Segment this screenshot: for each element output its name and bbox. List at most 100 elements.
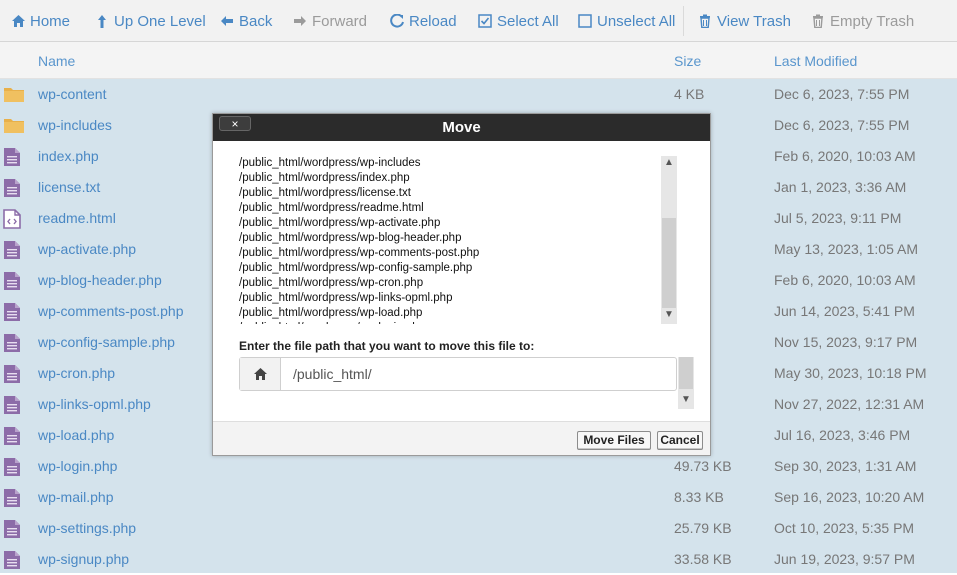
- file-size: 25.79 KB: [674, 520, 732, 536]
- file-modified: Sep 30, 2023, 1:31 AM: [774, 458, 917, 474]
- select-all-button[interactable]: Select All: [477, 11, 559, 31]
- table-row[interactable]: wp-settings.php 25.79 KB Oct 10, 2023, 5:3…: [0, 513, 957, 544]
- home-label: Home: [30, 12, 71, 30]
- selected-file-path: /public_html/wordpress/wp-includes: [239, 157, 421, 169]
- file-name[interactable]: wp-comments-post.php: [38, 303, 184, 319]
- back-button[interactable]: Back: [219, 11, 272, 31]
- empty-trash-button[interactable]: Empty Trash: [810, 11, 914, 31]
- file-name[interactable]: wp-login.php: [38, 458, 117, 474]
- destination-path-field: [239, 357, 677, 391]
- reload-label: Reload: [409, 12, 457, 30]
- path-scrollbar-thumb[interactable]: [679, 357, 693, 389]
- file-modified: Sep 16, 2023, 10:20 AM: [774, 489, 925, 505]
- selected-file-path: /public_html/wordpress/wp-links-opml.php: [239, 292, 453, 304]
- file-size: 4 KB: [674, 86, 705, 102]
- select-all-label: Select All: [497, 12, 559, 30]
- file-modified: Dec 6, 2023, 7:55 PM: [774, 117, 910, 133]
- unselect-all-button[interactable]: Unselect All: [577, 11, 675, 31]
- close-button[interactable]: ×: [219, 116, 251, 131]
- file-modified: Feb 6, 2020, 10:03 AM: [774, 272, 916, 288]
- file-size: 49.73 KB: [674, 458, 732, 474]
- files-scrollbar[interactable]: ▲ ▼: [661, 156, 677, 324]
- reload-button[interactable]: Reload: [389, 11, 457, 31]
- file-name[interactable]: index.php: [38, 148, 99, 164]
- level-up-icon: [94, 13, 110, 29]
- view-trash-label: View Trash: [717, 12, 791, 30]
- table-row[interactable]: wp-mail.php 8.33 KB Sep 16, 2023, 10:20 AM: [0, 482, 957, 513]
- file-size: 33.58 KB: [674, 551, 732, 567]
- file-name[interactable]: wp-includes: [38, 117, 112, 133]
- selected-file-path: /public_html/wordpress/index.php: [239, 172, 410, 184]
- files-scrollbar-thumb[interactable]: [662, 218, 676, 308]
- file-modified: Jul 5, 2023, 9:11 PM: [774, 210, 902, 226]
- arrow-right-icon: [292, 13, 308, 29]
- arrow-left-icon: [219, 13, 235, 29]
- table-row[interactable]: wp-content 4 KB Dec 6, 2023, 7:55 PM: [0, 79, 957, 110]
- file-name[interactable]: wp-links-opml.php: [38, 396, 151, 412]
- file-name[interactable]: wp-activate.php: [38, 241, 136, 257]
- file-name[interactable]: wp-mail.php: [38, 489, 113, 505]
- file-icon: [3, 426, 23, 445]
- file-name[interactable]: wp-config-sample.php: [38, 334, 175, 350]
- file-name[interactable]: wp-signup.php: [38, 551, 129, 567]
- folder-icon: [3, 116, 24, 135]
- file-modified: Jan 1, 2023, 3:36 AM: [774, 179, 907, 195]
- table-row[interactable]: wp-signup.php 33.58 KB Jun 19, 2023, 9:57 …: [0, 544, 957, 575]
- selected-file-path: /public_html/wordpress/license.txt: [239, 187, 411, 199]
- toolbar: Home Up One Level Back Forward Reload Se…: [0, 0, 957, 42]
- scroll-down-icon[interactable]: ▼: [661, 308, 677, 322]
- file-list-header: Name Size Last Modified: [0, 42, 957, 79]
- file-icon: [3, 271, 23, 290]
- file-name[interactable]: wp-load.php: [38, 427, 114, 443]
- file-icon: [3, 302, 23, 321]
- file-modified: Dec 6, 2023, 7:55 PM: [774, 86, 910, 102]
- file-name[interactable]: wp-blog-header.php: [38, 272, 162, 288]
- up-one-level-label: Up One Level: [114, 12, 206, 30]
- file-modified: May 30, 2023, 10:18 PM: [774, 365, 927, 381]
- file-name[interactable]: readme.html: [38, 210, 116, 226]
- selected-file-path: /public_html/wordpress/wp-blog-header.ph…: [239, 232, 462, 244]
- forward-button[interactable]: Forward: [292, 11, 367, 31]
- cancel-button[interactable]: Cancel: [657, 431, 703, 450]
- selected-files-list: /public_html/wordpress/wp-includes/publi…: [239, 156, 679, 324]
- selected-file-path: /public_html/wordpress/wp-activate.php: [239, 217, 441, 229]
- file-name[interactable]: wp-settings.php: [38, 520, 136, 536]
- file-modified: Nov 15, 2023, 9:17 PM: [774, 334, 918, 350]
- file-modified: Feb 6, 2020, 10:03 AM: [774, 148, 916, 164]
- selected-file-path: /public_html/wordpress/wp-login.php: [239, 321, 679, 324]
- toolbar-divider: [683, 6, 684, 36]
- file-name[interactable]: license.txt: [38, 179, 100, 195]
- file-name[interactable]: wp-content: [38, 86, 106, 102]
- file-name[interactable]: wp-cron.php: [38, 365, 115, 381]
- file-size: 8.33 KB: [674, 489, 724, 505]
- column-header-modified[interactable]: Last Modified: [774, 53, 857, 69]
- destination-prompt: Enter the file path that you want to mov…: [239, 339, 535, 353]
- home-button[interactable]: Home: [10, 11, 70, 31]
- path-scrollbar[interactable]: ▼: [678, 357, 694, 409]
- reload-icon: [389, 13, 405, 29]
- file-icon: [3, 519, 23, 538]
- scroll-up-icon[interactable]: ▲: [661, 156, 677, 170]
- file-icon: [3, 550, 23, 569]
- selected-file-path: /public_html/wordpress/wp-load.php: [239, 307, 423, 319]
- home-icon: [10, 13, 26, 29]
- destination-path-input[interactable]: [281, 358, 675, 390]
- dialog-footer: Move Files Cancel: [213, 421, 710, 455]
- file-modified: Nov 27, 2022, 12:31 AM: [774, 396, 925, 412]
- file-modified: Jul 16, 2023, 3:46 PM: [774, 427, 911, 443]
- move-dialog: Move × /public_html/wordpress/wp-include…: [212, 113, 711, 456]
- file-icon: [3, 240, 23, 259]
- up-one-level-button[interactable]: Up One Level: [94, 11, 206, 31]
- scroll-down-icon[interactable]: ▼: [678, 393, 694, 407]
- square-icon: [577, 13, 593, 29]
- view-trash-button[interactable]: View Trash: [697, 11, 791, 31]
- forward-label: Forward: [312, 12, 368, 30]
- column-header-size[interactable]: Size: [674, 53, 701, 69]
- column-header-name[interactable]: Name: [38, 53, 75, 69]
- file-icon: [3, 178, 23, 197]
- file-modified: Jun 19, 2023, 9:57 PM: [774, 551, 915, 567]
- selected-file-path: /public_html/wordpress/wp-config-sample.…: [239, 262, 473, 274]
- selected-file-path: /public_html/wordpress/readme.html: [239, 202, 424, 214]
- html-file-icon: [3, 209, 23, 229]
- move-files-button[interactable]: Move Files: [577, 431, 651, 450]
